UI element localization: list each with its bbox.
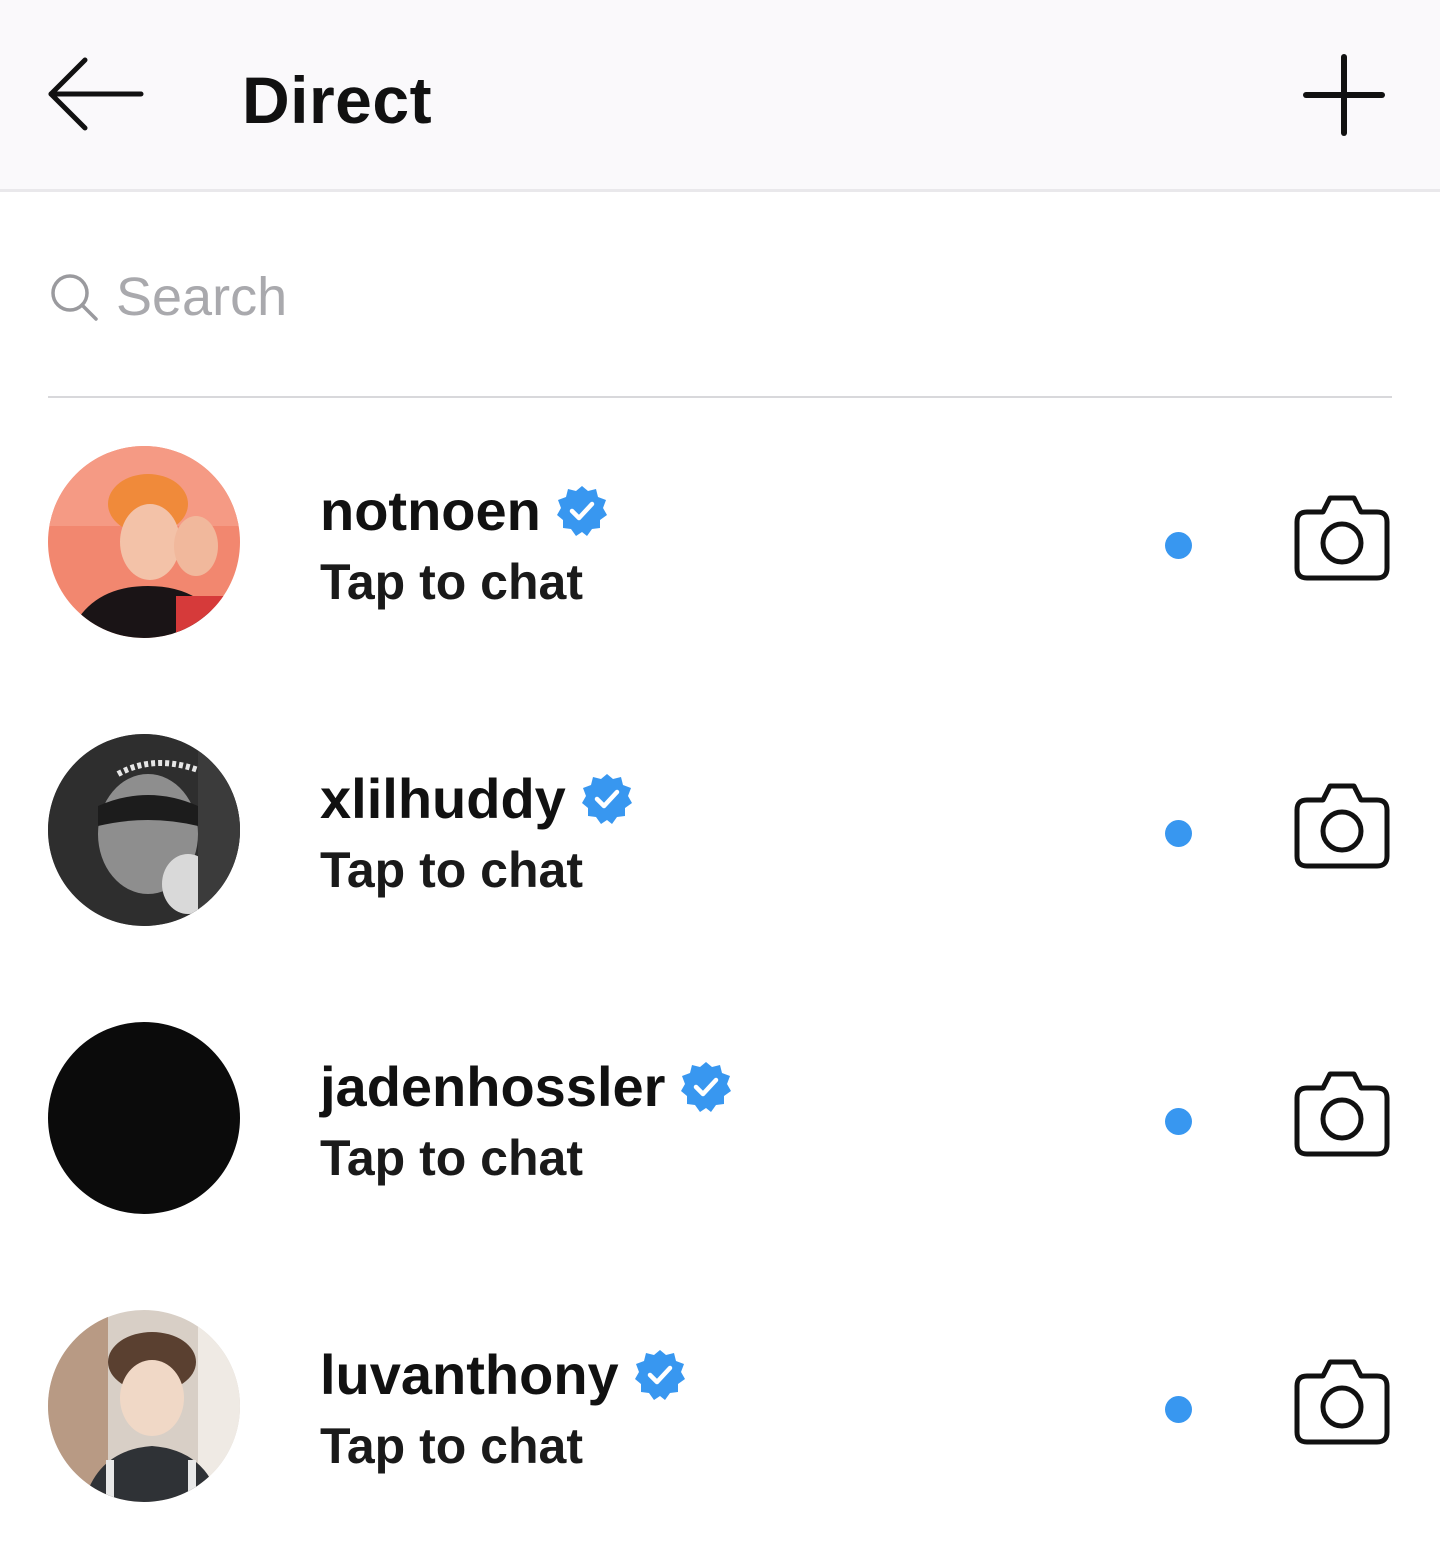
username: jadenhossler [320, 1055, 666, 1118]
verified-badge-icon [580, 772, 634, 826]
conversation-info: xlilhuddy Tap to chat [320, 764, 634, 902]
conversation-status: Tap to chat [320, 842, 583, 898]
arrow-left-icon [45, 56, 145, 137]
conversation-status: Tap to chat [320, 1130, 583, 1186]
camera-button[interactable] [1290, 1354, 1394, 1450]
username: notnoen [320, 479, 541, 542]
conversation-status: Tap to chat [320, 1418, 583, 1474]
avatar[interactable] [48, 734, 240, 926]
conversation-info: luvanthony Tap to chat [320, 1340, 687, 1478]
camera-icon [1293, 1066, 1391, 1163]
username: luvanthony [320, 1343, 619, 1406]
back-button[interactable] [40, 54, 150, 138]
username: xlilhuddy [320, 767, 566, 830]
camera-button[interactable] [1290, 1066, 1394, 1162]
conversation-status: Tap to chat [320, 554, 583, 610]
new-message-button[interactable] [1294, 50, 1394, 144]
conversation-info: notnoen Tap to chat [320, 476, 609, 614]
header-bar: Direct [0, 0, 1440, 192]
search-input[interactable] [116, 266, 1316, 328]
unread-indicator [1165, 820, 1192, 847]
conversation-row[interactable]: luvanthony Tap to chat [0, 1310, 1440, 1548]
search-bar[interactable] [48, 232, 1392, 362]
unread-indicator [1165, 532, 1192, 559]
avatar[interactable] [48, 1310, 240, 1502]
conversation-row[interactable]: notnoen Tap to chat [0, 446, 1440, 734]
search-icon [48, 271, 100, 323]
direct-messages-screen: Direct Search notnoen Tap to chat xlilhu… [0, 0, 1440, 1548]
conversation-row[interactable]: jadenhossler Tap to chat [0, 1022, 1440, 1310]
unread-indicator [1165, 1396, 1192, 1423]
camera-button[interactable] [1290, 490, 1394, 586]
unread-indicator [1165, 1108, 1192, 1135]
plus-icon [1302, 53, 1386, 142]
camera-icon [1293, 778, 1391, 875]
avatar[interactable] [48, 446, 240, 638]
camera-icon [1293, 1354, 1391, 1451]
conversation-row[interactable]: xlilhuddy Tap to chat [0, 734, 1440, 1022]
search-divider [48, 396, 1392, 398]
conversation-info: jadenhossler Tap to chat [320, 1052, 733, 1190]
verified-badge-icon [633, 1348, 687, 1402]
camera-icon [1293, 490, 1391, 587]
camera-button[interactable] [1290, 778, 1394, 874]
verified-badge-icon [679, 1060, 733, 1114]
avatar[interactable] [48, 1022, 240, 1214]
verified-badge-icon [555, 484, 609, 538]
page-title: Direct [242, 63, 433, 137]
